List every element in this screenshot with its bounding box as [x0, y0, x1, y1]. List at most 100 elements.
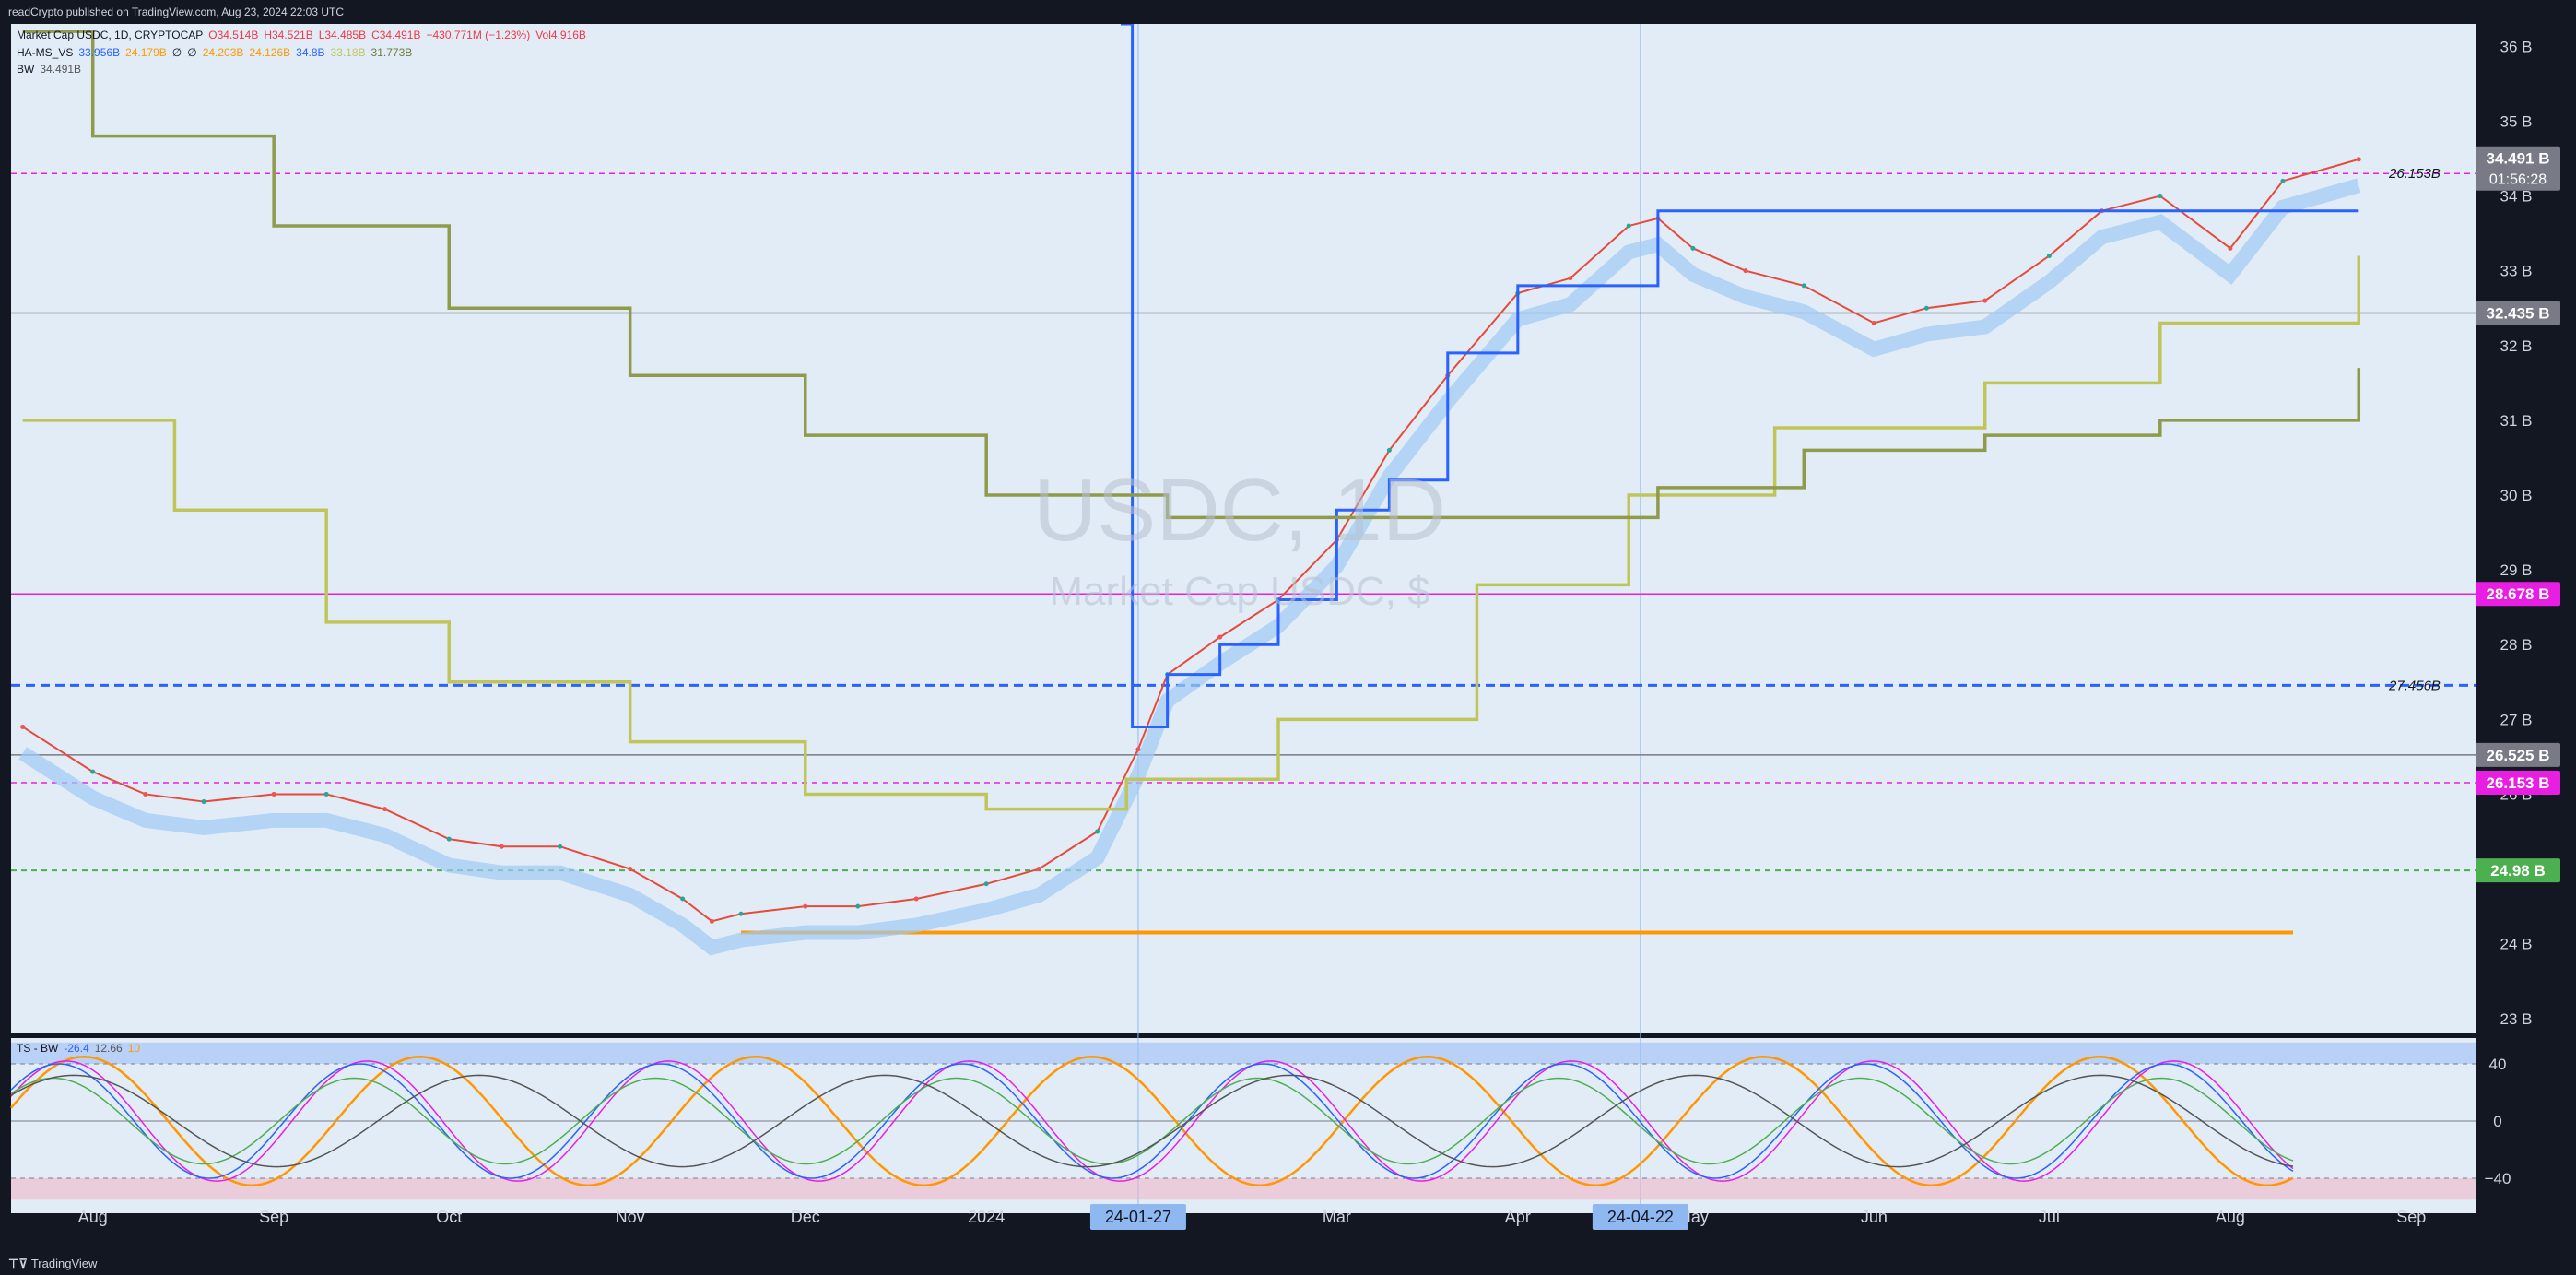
- price-tick-label: 35 B: [2500, 112, 2533, 130]
- price-candle-point: [382, 807, 388, 812]
- time-tick-label: Aug: [78, 1208, 108, 1226]
- legend-bw-item: BW: [17, 63, 35, 76]
- price-tick-label: 27 B: [2500, 711, 2533, 728]
- legend-bw-item: 34.491B: [40, 63, 82, 76]
- price-candle-point: [143, 791, 148, 797]
- price-candle-point: [499, 844, 504, 849]
- level-annotation: 26.153B: [2388, 166, 2441, 182]
- price-candle-point: [2046, 253, 2052, 258]
- price-candle-point: [1801, 283, 1806, 289]
- price-candle-point: [913, 896, 919, 902]
- price-candle-point: [1923, 305, 1929, 311]
- price-label-countdown: 01:56:28: [2489, 172, 2547, 188]
- time-tick-label: Sep: [259, 1208, 288, 1226]
- price-label-text: 26.525 B: [2487, 747, 2550, 764]
- legend-ha-item: HA-MS_VS: [17, 46, 74, 59]
- legend-ha-item: 33.18B: [330, 46, 366, 59]
- time-highlight-label: 24-04-22: [1607, 1208, 1674, 1226]
- price-candle-point: [1690, 245, 1696, 251]
- legend-osc-item: 10: [127, 1042, 141, 1055]
- legend-ha-item: 24.126B: [249, 46, 291, 59]
- price-candle-point: [1743, 268, 1748, 274]
- price-tick-label: 32 B: [2500, 337, 2533, 355]
- price-candle-point: [1568, 276, 1573, 281]
- price-label-text: 28.678 B: [2487, 585, 2550, 603]
- legend-osc-item: TS - BW: [17, 1042, 59, 1055]
- price-tick-label: 31 B: [2500, 412, 2533, 430]
- publisher-text: readCrypto published on TradingView.com,…: [8, 6, 345, 18]
- price-tick-label: 33 B: [2500, 263, 2533, 280]
- price-candle-point: [2280, 178, 2286, 183]
- price-label-text: 24.98 B: [2490, 862, 2546, 880]
- price-candle-point: [709, 918, 714, 924]
- time-tick-label: Sep: [2396, 1208, 2426, 1226]
- price-tick-label: 30 B: [2500, 487, 2533, 504]
- brand-text: TradingView: [30, 1257, 98, 1270]
- legend-osc-item: 12.66: [94, 1042, 123, 1055]
- osc-overbought-zone: [11, 1042, 2476, 1064]
- legend-main: Market Cap USDC, 1D, CRYPTOCAP O34.514B H3…: [17, 29, 592, 41]
- price-tick-label: 36 B: [2500, 38, 2533, 55]
- legend-ha-item: 24.179B: [125, 46, 167, 59]
- legend-osc-item: -26.4: [64, 1042, 89, 1055]
- legend-main-item: O34.514B: [208, 29, 259, 41]
- price-candle-point: [1095, 829, 1100, 834]
- legend-bw: BW 34.491B: [17, 63, 87, 76]
- price-candle-point: [90, 769, 96, 774]
- price-candle-point: [271, 791, 276, 797]
- legend-main-item: −430.771M (−1.23%): [426, 29, 531, 41]
- time-tick-label: Nov: [616, 1208, 645, 1226]
- price-candle-point: [1386, 447, 1392, 453]
- time-highlight-label: 24-01-27: [1105, 1208, 1171, 1226]
- price-label-text: 34.491 B: [2487, 150, 2550, 168]
- time-tick-label: 2024: [968, 1208, 1005, 1226]
- time-tick-label: Apr: [1505, 1208, 1531, 1226]
- price-candle-point: [1217, 634, 1223, 640]
- legend-ha-item: 33.956B: [78, 46, 121, 59]
- tradingview-logo[interactable]: ⊤⊽ TradingView: [8, 1257, 97, 1271]
- chart-area[interactable]: 40 0 −40 USDC, 1D Market Cap USDC, $ 23 B 2…: [0, 24, 2576, 1251]
- legend-main-item: L34.485B: [318, 29, 367, 41]
- price-candle-point: [855, 903, 861, 909]
- price-candle-point: [2228, 245, 2233, 251]
- level-annotation: 27.456B: [2388, 678, 2441, 693]
- time-tick-label: Jul: [2039, 1208, 2060, 1226]
- price-tick-label: 24 B: [2500, 936, 2533, 953]
- publisher-bar: readCrypto published on TradingView.com,…: [0, 0, 2576, 24]
- price-candle-point: [1036, 867, 1041, 872]
- brand-bar: ⊤⊽ TradingView: [0, 1251, 2576, 1275]
- price-candle-point: [628, 867, 633, 872]
- legend-ha-item: 31.773B: [371, 46, 413, 59]
- legend-main-item: C34.491B: [371, 29, 421, 41]
- price-tick-label: 23 B: [2500, 1010, 2533, 1028]
- price-candle-point: [558, 844, 563, 849]
- price-candle-point: [201, 799, 206, 805]
- price-candle-point: [2356, 157, 2361, 162]
- price-candle-point: [323, 791, 329, 797]
- time-tick-label: Dec: [791, 1208, 820, 1226]
- price-candle-point: [738, 911, 744, 916]
- legend-ha-ms: HA-MS_VS 33.956B 24.179B ∅ ∅ 24.203B 24.126B 34…: [17, 46, 418, 59]
- legend-oscillator: TS - BW -26.4 12.66 10: [17, 1042, 146, 1055]
- osc-tick-label: −40: [2485, 1170, 2511, 1187]
- time-tick-label: Mar: [1323, 1208, 1351, 1226]
- legend-ha-item: 24.203B: [202, 46, 244, 59]
- price-candle-point: [1982, 298, 1988, 303]
- watermark-symbol: USDC, 1D: [1033, 461, 1446, 560]
- osc-tick-label: 40: [2489, 1056, 2507, 1073]
- legend-ha-item: ∅: [171, 46, 182, 59]
- price-candle-point: [20, 724, 26, 729]
- price-candle-point: [1135, 747, 1141, 752]
- price-candle-point: [1871, 320, 1876, 325]
- price-candle-point: [2158, 194, 2163, 199]
- time-tick-label: Aug: [2216, 1208, 2245, 1226]
- watermark-name: Market Cap USDC, $: [1049, 569, 1429, 614]
- time-tick-label: Jun: [1861, 1208, 1888, 1226]
- price-candle-point: [680, 896, 686, 902]
- legend-main-item: Market Cap USDC, 1D, CRYPTOCAP: [17, 29, 204, 41]
- legend-main-item: Vol4.916B: [535, 29, 586, 41]
- osc-tick-label: 0: [2493, 1113, 2501, 1130]
- legend-main-item: H34.521B: [264, 29, 313, 41]
- price-candle-point: [803, 903, 808, 909]
- price-label-text: 32.435 B: [2487, 304, 2550, 322]
